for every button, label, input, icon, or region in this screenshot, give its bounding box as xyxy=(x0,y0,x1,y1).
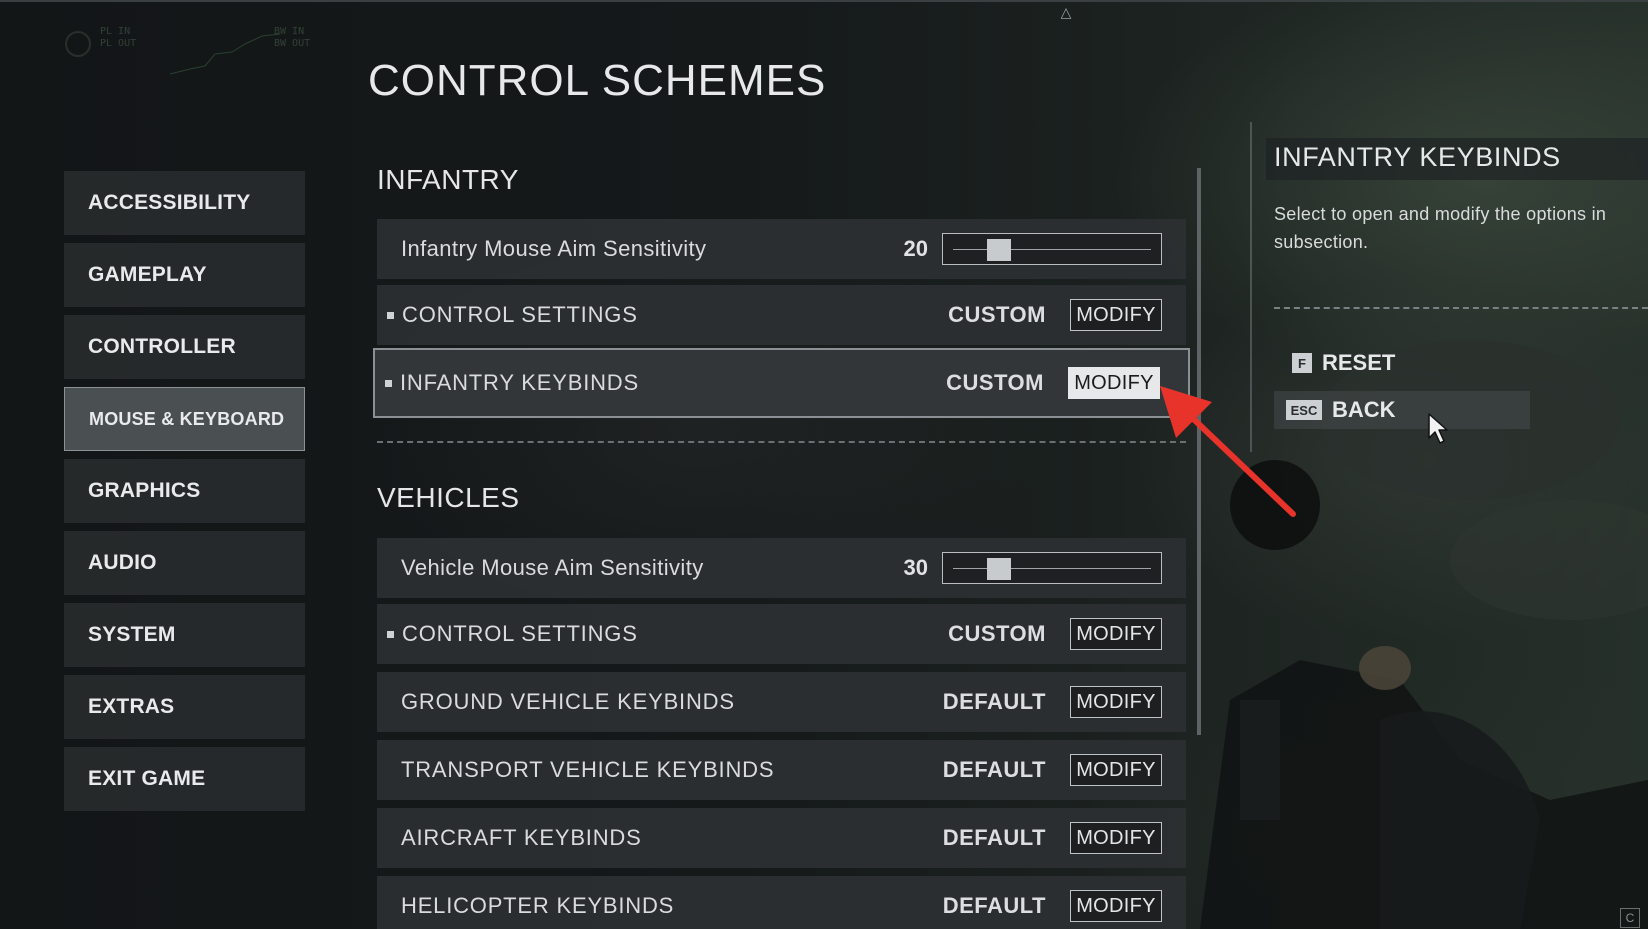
top-border xyxy=(0,0,1648,2)
setting-label-text: CONTROL SETTINGS xyxy=(402,621,638,646)
vehicle-control-settings-row[interactable]: CONTROL SETTINGS CUSTOM MODIFY xyxy=(377,604,1186,664)
setting-label: Vehicle Mouse Aim Sensitivity xyxy=(401,555,704,580)
modify-button[interactable]: MODIFY xyxy=(1070,754,1162,786)
section-title-vehicles: VEHICLES xyxy=(377,482,520,513)
settings-nav: ACCESSIBILITY GAMEPLAY CONTROLLER MOUSE … xyxy=(64,171,305,819)
netgraph-label: BW OUT xyxy=(274,38,311,49)
setting-value: 20 xyxy=(903,236,928,261)
setting-value: CUSTOM xyxy=(946,370,1044,395)
slider-track xyxy=(953,568,1151,569)
netgraph-label: PL OUT xyxy=(100,38,137,49)
vehicle-sensitivity-row[interactable]: Vehicle Mouse Aim Sensitivity 30 xyxy=(377,538,1186,598)
nav-item-exit-game[interactable]: EXIT GAME xyxy=(64,747,305,811)
slider-track xyxy=(953,249,1151,250)
setting-value: DEFAULT xyxy=(942,893,1046,918)
aircraft-keybinds-row[interactable]: AIRCRAFT KEYBINDS DEFAULT MODIFY xyxy=(377,808,1186,868)
setting-value: CUSTOM xyxy=(948,302,1046,327)
setting-value: 30 xyxy=(903,555,928,580)
section-title-infantry: INFANTRY xyxy=(377,164,519,195)
reset-action[interactable]: F RESET xyxy=(1274,344,1395,382)
nav-item-audio[interactable]: AUDIO xyxy=(64,531,305,595)
f-key-icon: F xyxy=(1292,353,1312,373)
info-panel-description: Select to open and modify the options in… xyxy=(1274,200,1648,256)
modify-button[interactable]: MODIFY xyxy=(1068,367,1160,399)
bullet-icon xyxy=(387,630,394,638)
setting-label: HELICOPTER KEYBINDS xyxy=(401,893,675,918)
back-action[interactable]: ESC BACK xyxy=(1274,391,1530,429)
nav-item-system[interactable]: SYSTEM xyxy=(64,603,305,667)
setting-label: AIRCRAFT KEYBINDS xyxy=(401,825,642,850)
nav-item-gameplay[interactable]: GAMEPLAY xyxy=(64,243,305,307)
setting-label: INFANTRY KEYBINDS xyxy=(385,350,639,416)
modify-button[interactable]: MODIFY xyxy=(1070,618,1162,650)
bullet-icon xyxy=(387,311,394,319)
netgraph-label: BW IN xyxy=(274,26,305,37)
transport-vehicle-keybinds-row[interactable]: TRANSPORT VEHICLE KEYBINDS DEFAULT MODIF… xyxy=(377,740,1186,800)
corner-badge: C xyxy=(1620,908,1640,928)
nav-item-mouse-keyboard[interactable]: MOUSE & KEYBOARD xyxy=(64,387,305,451)
setting-value: DEFAULT xyxy=(942,689,1046,714)
back-label: BACK xyxy=(1332,397,1396,422)
nav-item-graphics[interactable]: GRAPHICS xyxy=(64,459,305,523)
description-line: Select to open and modify the options in xyxy=(1274,204,1607,224)
game-settings-screen: △ PL IN PL OUT BW IN BW OUT CONTROL SCHE… xyxy=(0,0,1648,929)
setting-label: CONTROL SETTINGS xyxy=(387,604,638,664)
setting-label: Infantry Mouse Aim Sensitivity xyxy=(401,236,707,261)
info-panel-divider xyxy=(1274,307,1648,309)
slider-thumb[interactable] xyxy=(986,558,1011,580)
modify-button[interactable]: MODIFY xyxy=(1070,890,1162,922)
infantry-sensitivity-row[interactable]: Infantry Mouse Aim Sensitivity 20 xyxy=(377,219,1186,279)
setting-label-text: INFANTRY KEYBINDS xyxy=(400,370,639,395)
slider-thumb[interactable] xyxy=(986,239,1011,261)
setting-value: CUSTOM xyxy=(948,621,1046,646)
modify-button[interactable]: MODIFY xyxy=(1070,299,1162,331)
mouse-cursor-icon xyxy=(1428,413,1448,444)
setting-label: TRANSPORT VEHICLE KEYBINDS xyxy=(401,757,775,782)
bullet-icon xyxy=(385,379,392,387)
infantry-keybinds-row[interactable]: INFANTRY KEYBINDS CUSTOM MODIFY xyxy=(373,348,1190,418)
setting-value: DEFAULT xyxy=(942,757,1046,782)
infantry-control-settings-row[interactable]: CONTROL SETTINGS CUSTOM MODIFY xyxy=(377,285,1186,345)
ground-vehicle-keybinds-row[interactable]: GROUND VEHICLE KEYBINDS DEFAULT MODIFY xyxy=(377,672,1186,732)
page-title: CONTROL SCHEMES xyxy=(368,56,827,105)
setting-value: DEFAULT xyxy=(942,825,1046,850)
setting-label: CONTROL SETTINGS xyxy=(387,285,638,345)
info-panel-title: INFANTRY KEYBINDS xyxy=(1274,142,1561,172)
sensitivity-slider[interactable] xyxy=(942,233,1162,265)
nav-item-accessibility[interactable]: ACCESSIBILITY xyxy=(64,171,305,235)
netgraph-label: PL IN xyxy=(100,26,131,37)
annotation-arrow-icon xyxy=(1160,386,1296,517)
helicopter-keybinds-row[interactable]: HELICOPTER KEYBINDS DEFAULT MODIFY xyxy=(377,876,1186,929)
nav-item-extras[interactable]: EXTRAS xyxy=(64,675,305,739)
setting-label: GROUND VEHICLE KEYBINDS xyxy=(401,689,735,714)
setting-label-text: CONTROL SETTINGS xyxy=(402,302,638,327)
description-line: subsection. xyxy=(1274,232,1369,252)
section-divider xyxy=(377,441,1186,443)
sensitivity-slider[interactable] xyxy=(942,552,1162,584)
network-graph-overlay: PL IN PL OUT BW IN BW OUT xyxy=(0,14,380,94)
nav-item-controller[interactable]: CONTROLLER xyxy=(64,315,305,379)
reset-label: RESET xyxy=(1322,350,1396,375)
modify-button[interactable]: MODIFY xyxy=(1070,822,1162,854)
scroll-up-icon[interactable]: △ xyxy=(1055,4,1077,20)
modify-button[interactable]: MODIFY xyxy=(1070,686,1162,718)
